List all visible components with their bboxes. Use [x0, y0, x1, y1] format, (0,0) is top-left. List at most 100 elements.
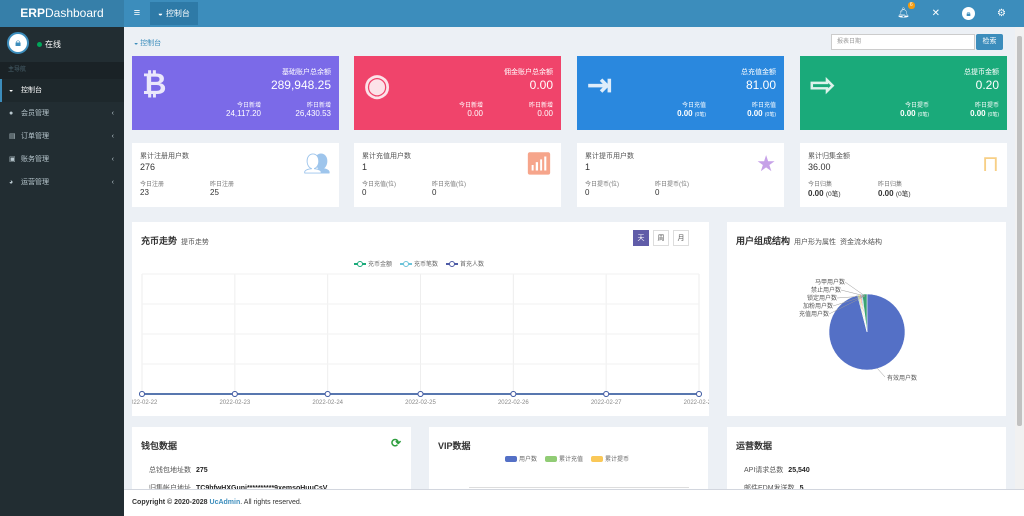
card-value-today: 0.00 (0笔)	[900, 109, 929, 118]
bell-icon[interactable]: 🔔︎ 6	[897, 2, 915, 19]
x-tick-label: 2022-02-25	[405, 400, 436, 406]
online-status: 在线	[37, 39, 61, 50]
sidebar: 🔒︎ 在线 主导航 ◒ 控制台 ● 会员管理 ‹ ▤ 订单管理 ‹ ▣ 账务管理 ‹ ◕ 运营管…	[0, 27, 124, 516]
breadcrumb[interactable]: ◒ 控制台	[134, 38, 161, 48]
pie-label: 马甲用户数	[815, 278, 845, 286]
wifi-icon: 📶︎	[525, 151, 553, 176]
legend-marker	[591, 455, 604, 462]
sidebar-item-finance[interactable]: ▣ 账务管理 ‹	[0, 148, 124, 171]
pie-leader-line	[876, 367, 886, 378]
card-value: 0.20	[975, 78, 999, 92]
pie-label: 锁定用户数	[807, 294, 837, 302]
top-navbar: ERPDashboard ≡ ◒ 控制台 🔔︎ 6 ✕ 🔒︎ ⚙	[0, 0, 1024, 27]
stat-label-yesterday: 昨日归集	[878, 182, 903, 188]
x-tick-label: 2022-02-27	[591, 400, 622, 406]
card-title: 佣金账户总余额	[504, 69, 553, 76]
card-value: 289,948.25	[270, 78, 331, 92]
user-avatar[interactable]: 🔒︎	[7, 32, 29, 54]
tab-label: 控制台	[165, 9, 190, 18]
legend-marker	[545, 455, 558, 462]
card-label-today: 今日充值	[681, 103, 706, 109]
stat-value: 36.00	[808, 162, 831, 172]
stat-label-today: 今日归集	[808, 182, 833, 188]
stat-label-today: 今日提币(位)	[585, 182, 619, 188]
legend-item[interactable]: 累计提币	[591, 454, 629, 463]
scrollbar[interactable]	[1015, 27, 1024, 489]
card-label-yesterday: 昨日充值	[751, 103, 776, 109]
sidebar-item-orders[interactable]: ▤ 订单管理 ‹	[0, 125, 124, 148]
sidebar-item-members[interactable]: ● 会员管理 ‹	[0, 102, 124, 125]
legend-item[interactable]: 用户数	[505, 454, 537, 463]
stat-label-yesterday: 昨日充值(位)	[432, 182, 466, 188]
report-date-input[interactable]: 报表日期	[831, 34, 975, 50]
chart-pie-icon: ◕	[9, 179, 14, 186]
footer-brand-link[interactable]: UcAdmin	[210, 499, 241, 506]
pie-label: 禁止用户数	[811, 286, 841, 294]
chevron-left-icon: ‹	[111, 156, 114, 163]
app-logo[interactable]: ERPDashboard	[0, 0, 124, 27]
stat-label-today: 今日充值(位)	[362, 182, 396, 188]
card-label-yesterday: 昨日新增	[306, 103, 331, 109]
search-button[interactable]: 检索	[976, 34, 1003, 50]
x-tick-label: 2022-02-26	[498, 400, 529, 406]
piggy-bank-icon: ◉	[364, 69, 391, 102]
stat-value-today: 0	[362, 188, 367, 197]
stat-title: 累计充值用户数	[362, 153, 411, 160]
scrollbar-thumb[interactable]	[1017, 36, 1022, 426]
pie-label: 有效用户数	[887, 374, 917, 382]
settings-gear-icon[interactable]: ⚙	[997, 8, 1006, 19]
card-title: 总充值金额	[741, 69, 776, 76]
user-structure-panel: 用户组成结构 用户形为属性 资金流水结构 有效用户数 马甲用户数 禁止用户数 锁定用户数加…	[727, 222, 1006, 416]
dashboard-icon: ◒	[9, 87, 14, 94]
sign-out-icon: ⇨	[810, 69, 836, 102]
list-icon: ▤	[9, 133, 16, 140]
collect-icon: ⊓	[981, 151, 999, 176]
data-point	[324, 391, 331, 397]
card-value-yesterday: 0.00	[537, 109, 553, 118]
chevron-left-icon: ‹	[111, 110, 114, 117]
users-icon: 👥︎	[303, 151, 331, 176]
refresh-icon[interactable]: ⟳	[391, 436, 401, 450]
stat-label-yesterday: 昨日提币(位)	[655, 182, 689, 188]
x-tick-label: 2022-02-28	[684, 400, 709, 406]
tab-dashboard[interactable]: ◒ 控制台	[150, 2, 198, 25]
x-tick-label: 2022-02-23	[219, 400, 250, 406]
menu-toggle-icon[interactable]: ≡	[130, 0, 144, 27]
bitcoin-icon: ₿	[142, 68, 167, 101]
user-panel: 🔒︎ 在线	[0, 27, 124, 62]
user-avatar-icon[interactable]: 🔒︎	[962, 7, 976, 20]
card-label-today: 今日提币	[904, 103, 929, 109]
sidebar-item-dashboard[interactable]: ◒ 控制台	[0, 79, 124, 102]
data-point	[603, 391, 610, 397]
legend-item[interactable]: 累计充值	[545, 454, 583, 463]
chevron-left-icon: ‹	[111, 179, 114, 186]
x-tick-label: 2022-02-22	[132, 400, 158, 406]
data-point	[510, 391, 517, 397]
ops-row: API请求总数 25,540	[744, 467, 810, 474]
stat-withdraw-users: 累计提币用户数 1 今日提币(位) 0 昨日提币(位) 0 ★	[577, 143, 784, 207]
wallet-title: 钱包数据	[141, 441, 178, 451]
sidebar-item-operations[interactable]: ◕ 运营管理 ‹	[0, 171, 124, 194]
card-value-yesterday: 26,430.53	[295, 109, 331, 118]
card-value-yesterday: 0.00 (0笔)	[747, 109, 776, 118]
user-icon: ●	[9, 110, 14, 117]
card-value: 0.00	[529, 78, 553, 92]
pie-label: 加粉用户数	[803, 302, 833, 310]
stat-deposit-users: 累计充值用户数 1 今日充值(位) 0 昨日充值(位) 0 📶︎	[354, 143, 561, 207]
stat-label-yesterday: 昨日注册	[210, 182, 235, 188]
data-point	[417, 391, 424, 397]
card-total-withdraw: ⇨ 总提币金额 0.20 今日提币 0.00 (0笔) 昨日提币 0.00 (0…	[800, 56, 1007, 130]
stat-value-yesterday: 25	[210, 188, 219, 197]
card-value-today: 24,117.20	[226, 109, 261, 118]
card-base-balance: ₿ 基础账户总余额 289,948.25 今日新增 24,117.20 昨日新增…	[132, 56, 339, 130]
stat-value-yesterday: 0.00 (0笔)	[878, 189, 911, 198]
vip-title: VIP数据	[438, 441, 471, 451]
fullscreen-icon[interactable]: ✕	[932, 8, 940, 19]
stat-value-today: 0	[585, 188, 590, 197]
data-point	[231, 391, 238, 397]
stat-value-yesterday: 0	[655, 188, 660, 197]
stat-value-today: 0.00 (0笔)	[808, 189, 841, 198]
vip-legend: 用户数 累计充值 累计提币	[505, 454, 629, 463]
stat-value: 1	[362, 162, 368, 172]
online-dot-icon	[37, 42, 42, 47]
